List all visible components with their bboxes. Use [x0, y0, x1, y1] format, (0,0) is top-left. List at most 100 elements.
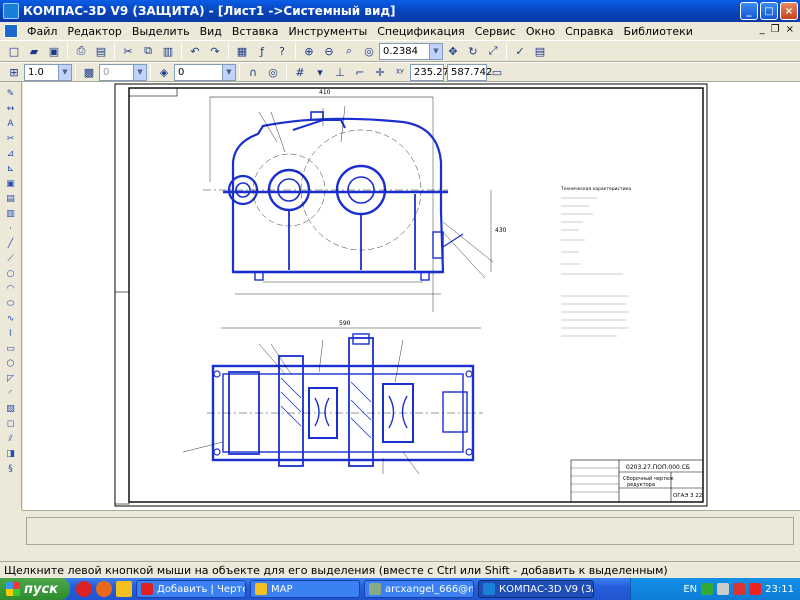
cut-icon[interactable]: ✂: [120, 43, 136, 59]
speaker-icon[interactable]: [717, 583, 730, 595]
drawing-svg[interactable]: 410 430 Техническая характеристика 590 0…: [23, 82, 800, 510]
point-icon[interactable]: ·: [4, 222, 18, 235]
zoom-out-icon[interactable]: ⊖: [321, 43, 337, 59]
document-icon[interactable]: [4, 24, 18, 38]
layers-icon[interactable]: ◈: [156, 64, 172, 80]
task-button-opera[interactable]: Добавить | Черте...: [136, 580, 246, 598]
scale-icon[interactable]: ⊞: [6, 64, 22, 80]
chevron-down-icon[interactable]: ▼: [58, 64, 71, 80]
parametrize-icon[interactable]: ⊿: [4, 147, 18, 160]
menu-file[interactable]: Файл: [22, 25, 62, 38]
property-panel-box[interactable]: [26, 517, 794, 545]
associative-icon[interactable]: ▤: [4, 192, 18, 205]
curve-icon[interactable]: §: [4, 462, 18, 475]
undo-icon[interactable]: ↶: [187, 43, 203, 59]
layer-combo[interactable]: 0 ▼: [174, 63, 236, 81]
measure-icon[interactable]: ⊾: [4, 162, 18, 175]
open-icon[interactable]: ▰: [26, 43, 42, 59]
layer-state-combo[interactable]: 0 ▼: [99, 63, 147, 81]
segment-icon[interactable]: ⟋: [4, 252, 18, 265]
menu-libraries[interactable]: Библиотеки: [619, 25, 698, 38]
variables-icon[interactable]: ƒ: [254, 43, 270, 59]
library-icon[interactable]: ▤: [532, 43, 548, 59]
menu-tools[interactable]: Инструменты: [284, 25, 373, 38]
edit-icon[interactable]: ✂: [4, 132, 18, 145]
redo-icon[interactable]: ↷: [207, 43, 223, 59]
menu-select[interactable]: Выделить: [127, 25, 195, 38]
print-icon[interactable]: ⎙: [73, 43, 89, 59]
security-icon[interactable]: [749, 583, 762, 595]
help-icon[interactable]: ?: [274, 43, 290, 59]
doc-close-button[interactable]: ×: [786, 24, 794, 35]
copy-icon[interactable]: ⧉: [140, 43, 156, 59]
preview-icon[interactable]: ▤: [93, 43, 109, 59]
new-document-icon[interactable]: □: [6, 43, 22, 59]
network-icon[interactable]: [701, 583, 714, 595]
zoom-in-icon[interactable]: ⊕: [301, 43, 317, 59]
coord-y-field[interactable]: 587.742: [447, 63, 492, 81]
line-icon[interactable]: ╱: [4, 237, 18, 250]
task-button-folder[interactable]: MAP: [250, 580, 360, 598]
regenerate-icon[interactable]: ↻: [465, 43, 481, 59]
coordinates-icon[interactable]: ✛: [372, 64, 388, 80]
contour-icon[interactable]: ◻: [4, 417, 18, 430]
dimensions-icon[interactable]: ↔: [4, 102, 18, 115]
layer-state-icon[interactable]: ▩: [81, 64, 97, 80]
zoom-window-icon[interactable]: ⌕: [341, 43, 357, 59]
chevron-down-icon[interactable]: ▼: [133, 64, 146, 80]
properties-icon[interactable]: ✓: [512, 43, 528, 59]
ortho-icon[interactable]: ⌐: [352, 64, 368, 80]
menu-service[interactable]: Сервис: [470, 25, 521, 38]
doc-restore-button[interactable]: ❐: [771, 24, 780, 35]
magnet-icon[interactable]: ∩: [245, 64, 261, 80]
menu-help[interactable]: Справка: [560, 25, 618, 38]
coord-x-field[interactable]: 235.275: [410, 63, 455, 81]
zoom-scale-icon[interactable]: ◎: [361, 43, 377, 59]
menu-view[interactable]: Вид: [195, 25, 227, 38]
grid-icon[interactable]: #: [292, 64, 308, 80]
spline-icon[interactable]: ∿: [4, 312, 18, 325]
title-bar[interactable]: КОМПАС-3D V9 (ЗАЩИТА) - [Лист1 ->Системн…: [0, 0, 800, 22]
menu-insert[interactable]: Вставка: [227, 25, 284, 38]
fillet-icon[interactable]: ◜: [4, 387, 18, 400]
minimize-button[interactable]: _: [740, 2, 758, 20]
polygon-icon[interactable]: ⬡: [4, 357, 18, 370]
language-indicator[interactable]: EN: [683, 584, 697, 595]
folder-quicklaunch-icon[interactable]: [116, 581, 132, 597]
start-button[interactable]: пуск: [0, 578, 70, 600]
hatch-icon[interactable]: ▨: [4, 402, 18, 415]
chevron-down-icon[interactable]: ▼: [222, 64, 235, 80]
paste-icon[interactable]: ▥: [160, 43, 176, 59]
app-icon[interactable]: [3, 3, 19, 19]
equidistant-icon[interactable]: ⫽: [4, 432, 18, 445]
menu-specification[interactable]: Спецификация: [372, 25, 469, 38]
task-button-kompas[interactable]: КОМПАС-3D V9 (ЗА...: [478, 580, 594, 598]
menu-window[interactable]: Окно: [521, 25, 560, 38]
polyline-icon[interactable]: ⌇: [4, 327, 18, 340]
grid-menu-icon[interactable]: ▾: [312, 64, 328, 80]
pan-icon[interactable]: ✥: [445, 43, 461, 59]
antivirus-icon[interactable]: [733, 583, 746, 595]
symbols-icon[interactable]: A: [4, 117, 18, 130]
close-button[interactable]: ×: [780, 2, 798, 20]
select-icon[interactable]: ▣: [4, 177, 18, 190]
opera-quicklaunch-icon[interactable]: [76, 581, 92, 597]
drawing-canvas[interactable]: 410 430 Техническая характеристика 590 0…: [23, 82, 800, 510]
arc-icon[interactable]: ◠: [4, 282, 18, 295]
fragment-icon[interactable]: ◨: [4, 447, 18, 460]
cursor-pos-icon[interactable]: ▭: [489, 64, 505, 80]
spec-icon[interactable]: ▥: [4, 207, 18, 220]
show-all-icon[interactable]: ⤢: [485, 43, 501, 59]
chamfer-icon[interactable]: ◸: [4, 372, 18, 385]
doc-minimize-button[interactable]: _: [760, 24, 765, 35]
snap-icon[interactable]: ◎: [265, 64, 281, 80]
ellipse-icon[interactable]: ⬭: [4, 297, 18, 310]
manager-icon[interactable]: ▦: [234, 43, 250, 59]
geometry-icon[interactable]: ✎: [4, 87, 18, 100]
chevron-down-icon[interactable]: ▼: [429, 43, 442, 59]
save-icon[interactable]: ▣: [46, 43, 62, 59]
zoom-combo[interactable]: 0.2384 ▼: [379, 42, 443, 60]
task-button-messenger[interactable]: arcxangel_666@mai...: [364, 580, 474, 598]
circle-icon[interactable]: ○: [4, 267, 18, 280]
scale-combo[interactable]: 1.0 ▼: [24, 63, 72, 81]
